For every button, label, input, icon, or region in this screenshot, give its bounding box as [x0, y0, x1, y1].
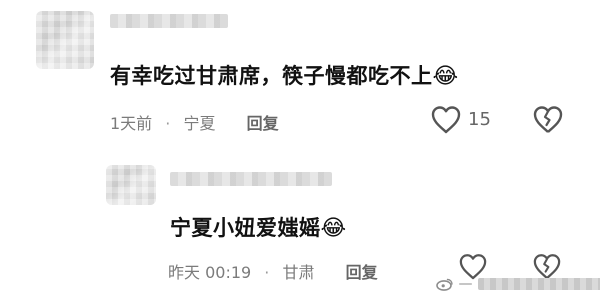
weibo-logo-icon	[436, 277, 454, 291]
avatar[interactable]	[36, 11, 94, 69]
laughing-tears-emoji-icon: 😂	[320, 216, 347, 241]
reply-button[interactable]: 回复	[247, 114, 279, 133]
username-blurred[interactable]	[170, 172, 332, 186]
username-blurred[interactable]	[110, 14, 228, 28]
comment-meta: 1天前 · 宁夏 回复	[110, 110, 279, 134]
watermark: —	[436, 276, 600, 292]
avatar[interactable]	[106, 165, 156, 205]
comment-body: 有幸吃过甘肃席，筷子慢都吃不上	[110, 64, 433, 88]
broken-heart-icon[interactable]	[532, 104, 564, 134]
comment-meta: 昨天 00:19 · 甘肃 回复	[168, 259, 378, 283]
comment-time: 1天前	[110, 114, 153, 133]
comment-location: 甘肃	[282, 263, 315, 282]
comment-text: 有幸吃过甘肃席，筷子慢都吃不上😂	[110, 60, 459, 90]
reply-button[interactable]: 回复	[346, 263, 378, 282]
heart-outline-icon[interactable]	[430, 104, 462, 134]
comment-time: 昨天 00:19	[168, 263, 252, 282]
watermark-blurred-handle	[478, 278, 600, 290]
like-count: 15	[468, 109, 491, 130]
meta-separator: ·	[165, 114, 171, 133]
watermark-text: —	[458, 276, 473, 292]
comment-location: 宁夏	[183, 114, 216, 133]
meta-separator: ·	[264, 263, 270, 282]
comment-thread: 有幸吃过甘肃席，筷子慢都吃不上😂 1天前 · 宁夏 回复 15 宁夏小妞爱媸媱😂…	[0, 0, 600, 299]
laughing-tears-emoji-icon: 😂	[432, 64, 459, 89]
comment-text: 宁夏小妞爱媸媱😂	[170, 212, 347, 242]
comment-body: 宁夏小妞爱媸媱	[170, 216, 321, 240]
